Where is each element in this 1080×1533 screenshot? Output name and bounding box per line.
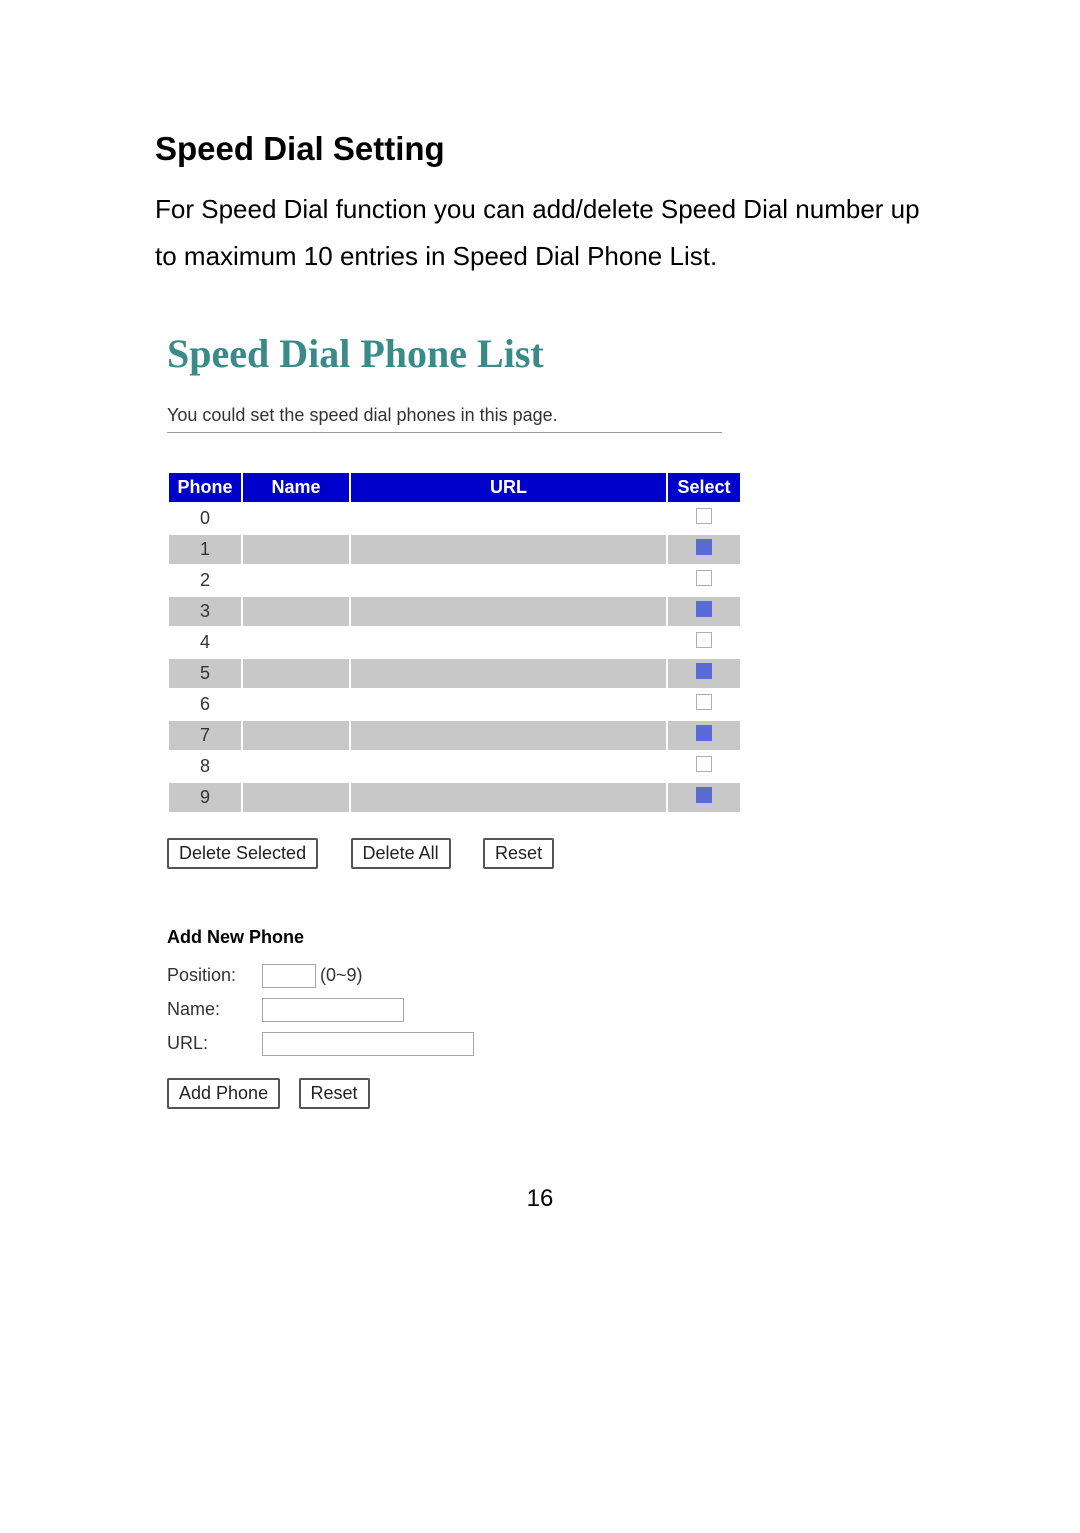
cell-name	[243, 783, 349, 812]
cell-select	[668, 721, 740, 750]
cell-name	[243, 597, 349, 626]
name-label: Name:	[167, 999, 262, 1020]
col-header-url: URL	[351, 473, 666, 502]
cell-select	[668, 597, 740, 626]
col-header-select: Select	[668, 473, 740, 502]
position-label: Position:	[167, 965, 262, 986]
cell-phone: 2	[169, 566, 241, 595]
cell-select	[668, 690, 740, 719]
cell-select	[668, 752, 740, 781]
select-checkbox[interactable]	[696, 663, 712, 679]
table-row: 3	[169, 597, 740, 626]
cell-select	[668, 566, 740, 595]
phone-table: Phone Name URL Select 0123456789	[167, 471, 742, 814]
select-checkbox[interactable]	[696, 725, 712, 741]
cell-url	[351, 566, 666, 595]
delete-selected-button[interactable]: Delete Selected	[167, 838, 318, 869]
table-row: 7	[169, 721, 740, 750]
cell-url	[351, 721, 666, 750]
select-checkbox[interactable]	[696, 756, 712, 772]
position-row: Position: (0~9)	[167, 964, 925, 988]
table-row: 2	[169, 566, 740, 595]
url-input[interactable]	[262, 1032, 474, 1056]
cell-name	[243, 690, 349, 719]
cell-name	[243, 566, 349, 595]
cell-url	[351, 535, 666, 564]
cell-url	[351, 783, 666, 812]
speed-dial-list-section: Speed Dial Phone List You could set the …	[167, 330, 925, 1109]
cell-phone: 4	[169, 628, 241, 657]
page-number: 16	[0, 1185, 1080, 1213]
cell-name	[243, 504, 349, 533]
table-row: 8	[169, 752, 740, 781]
cell-url	[351, 628, 666, 657]
table-row: 6	[169, 690, 740, 719]
cell-name	[243, 721, 349, 750]
divider	[167, 432, 722, 433]
cell-url	[351, 659, 666, 688]
cell-phone: 3	[169, 597, 241, 626]
name-input[interactable]	[262, 998, 404, 1022]
select-checkbox[interactable]	[696, 632, 712, 648]
cell-select	[668, 628, 740, 657]
name-row: Name:	[167, 998, 925, 1022]
cell-phone: 5	[169, 659, 241, 688]
table-row: 9	[169, 783, 740, 812]
list-subtitle: You could set the speed dial phones in t…	[167, 405, 925, 426]
select-checkbox[interactable]	[696, 694, 712, 710]
cell-phone: 7	[169, 721, 241, 750]
cell-name	[243, 659, 349, 688]
cell-select	[668, 535, 740, 564]
delete-all-button[interactable]: Delete All	[351, 838, 451, 869]
select-checkbox[interactable]	[696, 570, 712, 586]
position-hint: (0~9)	[320, 965, 363, 986]
reset-button[interactable]: Reset	[483, 838, 554, 869]
cell-select	[668, 659, 740, 688]
url-row: URL:	[167, 1032, 925, 1056]
cell-name	[243, 628, 349, 657]
table-row: 1	[169, 535, 740, 564]
position-input[interactable]	[262, 964, 316, 988]
table-row: 0	[169, 504, 740, 533]
select-checkbox[interactable]	[696, 539, 712, 555]
cell-phone: 0	[169, 504, 241, 533]
cell-name	[243, 535, 349, 564]
cell-phone: 8	[169, 752, 241, 781]
select-checkbox[interactable]	[696, 787, 712, 803]
add-phone-button[interactable]: Add Phone	[167, 1078, 280, 1109]
cell-url	[351, 752, 666, 781]
cell-phone: 1	[169, 535, 241, 564]
select-checkbox[interactable]	[696, 601, 712, 617]
cell-url	[351, 597, 666, 626]
add-phone-section: Add New Phone Position: (0~9) Name: URL:…	[167, 927, 925, 1109]
url-label: URL:	[167, 1033, 262, 1054]
col-header-phone: Phone	[169, 473, 241, 502]
cell-phone: 9	[169, 783, 241, 812]
add-button-row: Add Phone Reset	[167, 1078, 925, 1109]
add-reset-button[interactable]: Reset	[299, 1078, 370, 1109]
table-button-row: Delete Selected Delete All Reset	[167, 838, 925, 869]
add-phone-title: Add New Phone	[167, 927, 925, 948]
cell-url	[351, 504, 666, 533]
cell-name	[243, 752, 349, 781]
cell-select	[668, 504, 740, 533]
cell-url	[351, 690, 666, 719]
col-header-name: Name	[243, 473, 349, 502]
doc-description: For Speed Dial function you can add/dele…	[155, 186, 925, 280]
select-checkbox[interactable]	[696, 508, 712, 524]
table-row: 4	[169, 628, 740, 657]
table-row: 5	[169, 659, 740, 688]
cell-phone: 6	[169, 690, 241, 719]
doc-title: Speed Dial Setting	[155, 130, 925, 168]
list-title: Speed Dial Phone List	[167, 330, 925, 377]
cell-select	[668, 783, 740, 812]
